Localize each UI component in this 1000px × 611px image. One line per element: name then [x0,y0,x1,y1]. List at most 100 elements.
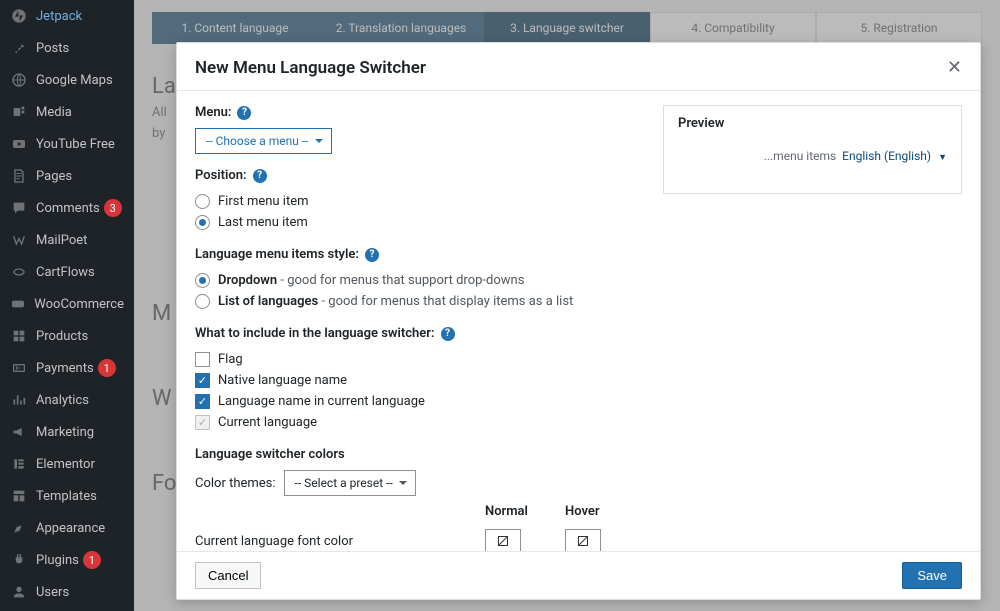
themes-label: Color themes: [195,476,276,491]
preset-select-value: -- Select a preset -- [295,476,393,490]
position-last-row[interactable]: Last menu item [195,212,645,233]
sidebar-item-label: WooCommerce [34,297,124,312]
position-first-row[interactable]: First menu item [195,191,645,212]
sidebar-item-woocommerce[interactable]: WooCommerce [0,288,134,320]
style-label-text: Language menu items style: [195,247,359,262]
help-icon[interactable]: ? [253,169,267,183]
sidebar-item-label: Users [36,585,69,600]
preview-title: Preview [678,116,947,131]
modal-footer: Cancel Save [177,551,980,599]
sidebar-item-label: Media [36,105,72,120]
preview-content: ...menu items English (English) ▼ [678,149,947,163]
sidebar-item-mailpoet[interactable]: MailPoet [0,224,134,256]
sidebar-item-label: MailPoet [36,233,87,248]
modal-title: New Menu Language Switcher [195,58,426,78]
sidebar-item-pages[interactable]: Pages [0,160,134,192]
sidebar-item-marketing[interactable]: Marketing [0,416,134,448]
checkbox-icon-checked[interactable] [195,373,210,388]
style-dropdown-row[interactable]: Dropdown - good for menus that support d… [195,270,645,291]
preset-select[interactable]: -- Select a preset -- [284,470,416,496]
cartflows-icon [10,263,28,281]
help-icon[interactable]: ? [365,248,379,262]
mailpoet-icon [10,231,28,249]
sidebar-item-label: Payments [36,361,94,376]
pin-icon [10,39,28,57]
sidebar-badge: 1 [98,359,116,377]
products-icon [10,327,28,345]
include-native-label: Native language name [218,373,347,388]
sidebar-item-label: Posts [36,41,69,56]
templates-icon [10,487,28,505]
help-icon[interactable]: ? [237,106,251,120]
pages-icon [10,167,28,185]
menu-select-value: -- Choose a menu -- [206,134,309,148]
modal-header: New Menu Language Switcher ✕ [177,43,980,91]
include-current-lang-row[interactable]: Language name in current language [195,391,645,412]
menu-select[interactable]: -- Choose a menu -- [195,128,332,154]
save-button[interactable]: Save [902,562,962,589]
style-dropdown-label: Dropdown - good for menus that support d… [218,273,524,288]
preview-language-link[interactable]: English (English) [842,149,931,163]
position-label-text: Position: [195,168,247,183]
jetpack-icon [10,7,28,25]
close-icon[interactable]: ✕ [947,57,962,78]
include-label-text: What to include in the language switcher… [195,326,435,341]
checkbox-icon-locked [195,415,210,430]
sidebar-item-label: Marketing [36,425,94,440]
preview-prefix: ...menu items [764,149,837,163]
form-column: Menu: ? -- Choose a menu -- Position: ? … [195,105,645,543]
include-native-row[interactable]: Native language name [195,370,645,391]
sidebar-item-label: Elementor [36,457,95,472]
sidebar-item-users[interactable]: Users [0,576,134,608]
color-swatch-font-normal[interactable] [485,529,521,551]
sidebar-item-posts[interactable]: Posts [0,32,134,64]
sidebar-item-products[interactable]: Products [0,320,134,352]
colors-label-text: Language switcher colors [195,447,345,462]
col-hover: Hover [565,504,645,519]
sidebar-item-label: Google Maps [36,73,113,88]
sidebar-item-media[interactable]: Media [0,96,134,128]
sidebar-item-templates[interactable]: Templates [0,480,134,512]
row-font-label: Current language font color [195,534,485,549]
marketing-icon [10,423,28,441]
include-flag-row[interactable]: Flag [195,349,645,370]
radio-icon[interactable] [195,194,210,209]
sidebar-item-elementor[interactable]: Elementor [0,448,134,480]
sidebar-item-label: Pages [36,169,72,184]
radio-icon[interactable] [195,294,210,309]
color-table: Normal Hover Current language font color… [195,504,645,551]
comments-icon [10,199,28,217]
help-icon[interactable]: ? [441,327,455,341]
sidebar-item-jetpack[interactable]: Jetpack [0,0,134,32]
chevron-down-icon: ▼ [938,153,947,163]
include-current-row[interactable]: Current language [195,412,645,433]
sidebar-item-label: Products [36,329,88,344]
sidebar-item-label: Analytics [36,393,89,408]
users-icon [10,583,28,601]
color-swatch-font-hover[interactable] [565,529,601,551]
plugins-icon [10,551,28,569]
checkbox-icon-checked[interactable] [195,394,210,409]
sidebar-item-comments[interactable]: Comments3 [0,192,134,224]
sidebar-item-label: Appearance [36,521,105,536]
sidebar-item-cartflows[interactable]: CartFlows [0,256,134,288]
language-switcher-modal: New Menu Language Switcher ✕ Menu: ? -- … [176,42,981,600]
sidebar-item-youtube-free[interactable]: YouTube Free [0,128,134,160]
sidebar-item-label: CartFlows [36,265,95,280]
sidebar-item-google-maps[interactable]: Google Maps [0,64,134,96]
sidebar-item-payments[interactable]: Payments 1 [0,352,134,384]
sidebar-item-label: Jetpack [36,9,82,24]
cancel-button[interactable]: Cancel [195,562,261,589]
style-list-row[interactable]: List of languages - good for menus that … [195,291,645,312]
checkbox-icon[interactable] [195,352,210,367]
position-first-label: First menu item [218,194,309,209]
radio-icon-checked[interactable] [195,215,210,230]
include-label: What to include in the language switcher… [195,326,645,341]
sidebar-item-appearance[interactable]: Appearance [0,512,134,544]
sidebar-item-analytics[interactable]: Analytics [0,384,134,416]
sidebar-badge: 3 [104,199,122,217]
sidebar-item-plugins[interactable]: Plugins1 [0,544,134,576]
globe-icon [10,71,28,89]
include-current-lang-label: Language name in current language [218,394,425,409]
radio-icon-checked[interactable] [195,273,210,288]
